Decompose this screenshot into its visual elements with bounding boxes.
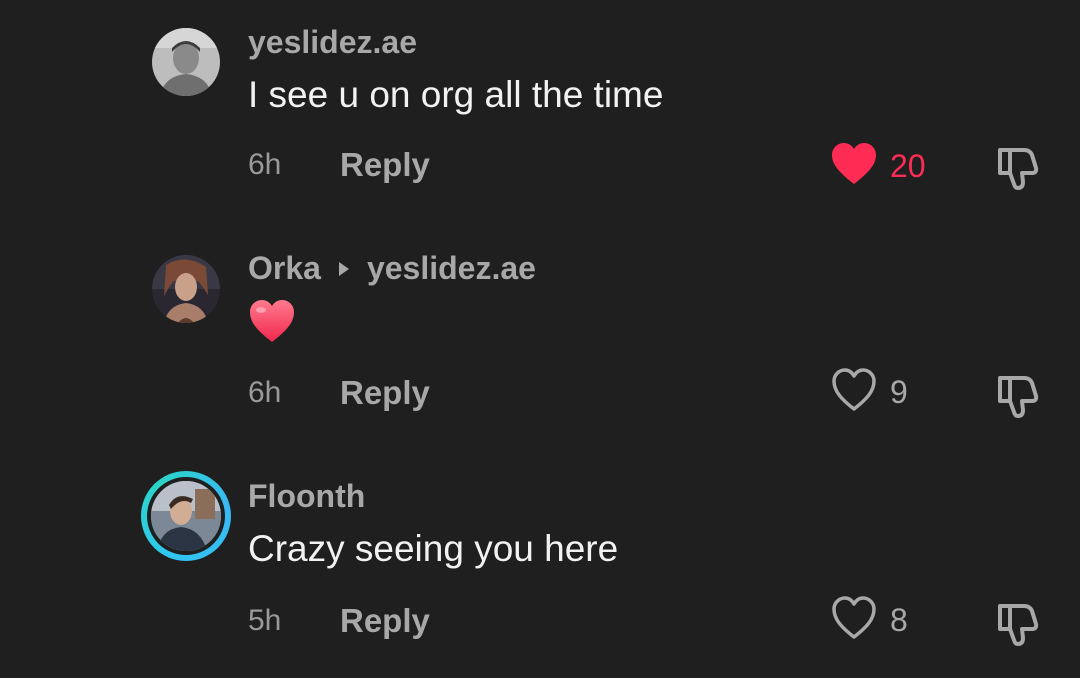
- thumbs-down-icon: [992, 604, 1042, 652]
- comment-item: Floonth Crazy seeing you here 5h Reply 8: [0, 454, 1080, 654]
- like-count: 8: [890, 601, 908, 638]
- avatar: [147, 477, 225, 555]
- dislike-button[interactable]: [992, 370, 1042, 420]
- reply-target: yeslidez.ae: [338, 250, 536, 286]
- thumbs-down-icon: [992, 148, 1042, 196]
- dislike-button[interactable]: [992, 598, 1042, 648]
- comment-timestamp: 6h: [248, 148, 282, 181]
- red-heart-emoji: [248, 300, 296, 354]
- comment-username-line: Orka yeslidez.ae: [248, 252, 536, 284]
- avatar[interactable]: [152, 28, 220, 96]
- like-count: 20: [890, 147, 926, 184]
- avatar[interactable]: [152, 255, 220, 323]
- comment-text: ❤️: [248, 298, 296, 352]
- reply-to-username[interactable]: yeslidez.ae: [367, 250, 536, 286]
- like-count: 9: [890, 373, 908, 410]
- comment-username[interactable]: yeslidez.ae: [248, 26, 417, 58]
- heart-outline-icon: [830, 595, 878, 646]
- reply-button[interactable]: Reply: [340, 604, 430, 637]
- avatar-with-story-ring[interactable]: [141, 471, 231, 561]
- reply-button[interactable]: Reply: [340, 148, 430, 181]
- comment-username[interactable]: Orka: [248, 250, 321, 286]
- like-button[interactable]: 8: [830, 595, 908, 646]
- comment-text: I see u on org all the time: [248, 74, 664, 115]
- comment-timestamp: 6h: [248, 376, 282, 409]
- heart-filled-icon: [830, 142, 878, 191]
- reply-button[interactable]: Reply: [340, 376, 430, 409]
- thumbs-down-icon: [992, 376, 1042, 424]
- comment-timestamp: 5h: [248, 604, 282, 637]
- like-button[interactable]: 20: [830, 142, 926, 190]
- comment-username[interactable]: Floonth: [248, 480, 365, 512]
- comment-text: Crazy seeing you here: [248, 528, 619, 569]
- comment-item: Orka yeslidez.ae ❤️ 6h Reply: [0, 226, 1080, 426]
- dislike-button[interactable]: [992, 142, 1042, 192]
- heart-outline-icon: [830, 367, 878, 418]
- like-button[interactable]: 9: [830, 367, 908, 418]
- comment-item: yeslidez.ae I see u on org all the time …: [0, 0, 1080, 200]
- comment-list: yeslidez.ae I see u on org all the time …: [0, 0, 1080, 678]
- reply-arrow-icon: [338, 262, 349, 276]
